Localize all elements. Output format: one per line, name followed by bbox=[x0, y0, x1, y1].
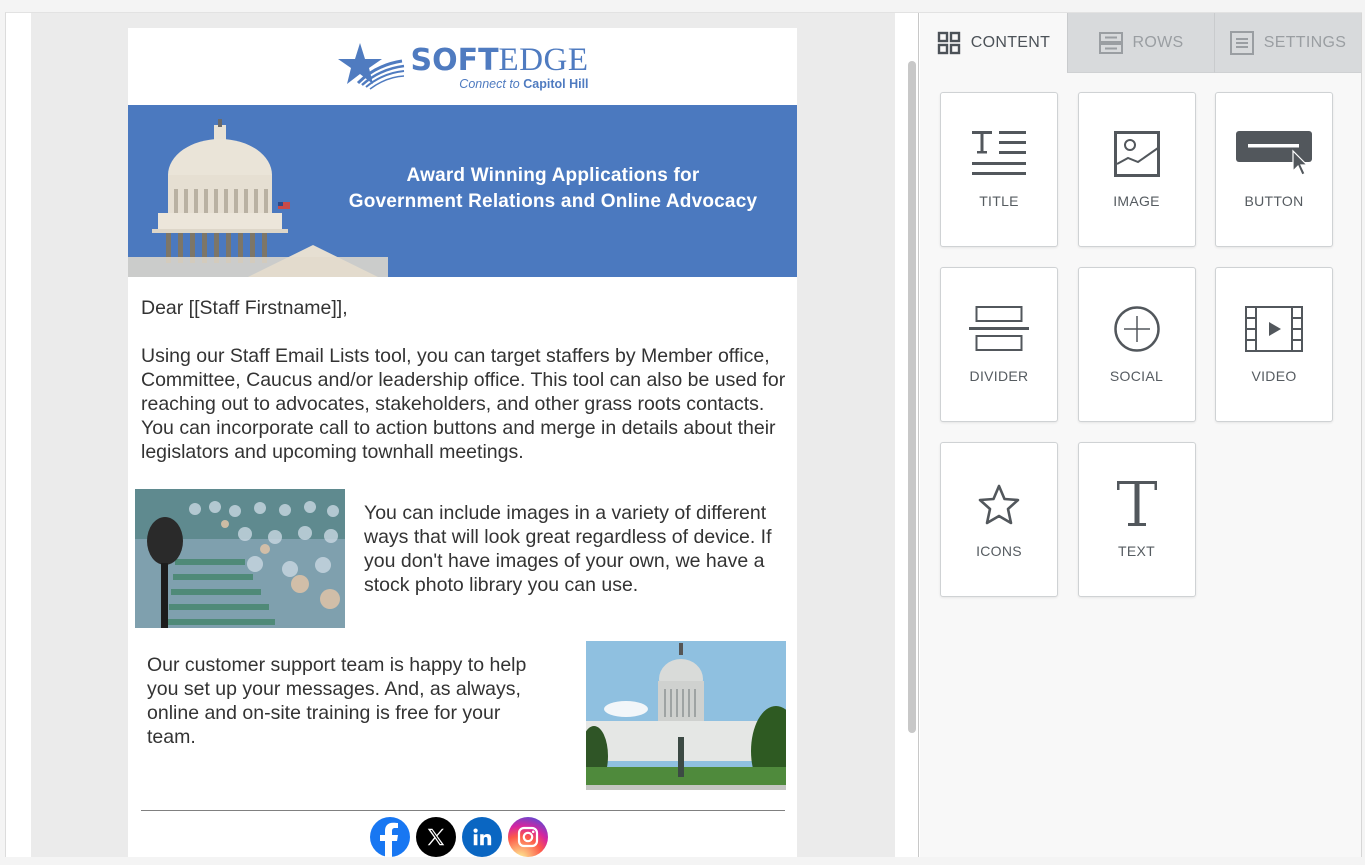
tab-settings[interactable]: SETTINGS bbox=[1214, 13, 1361, 73]
email-body: SOFTEDGE Connect to Capitol Hill Award W… bbox=[128, 28, 797, 857]
block-video-label: VIDEO bbox=[1251, 368, 1297, 384]
logo-block[interactable]: SOFTEDGE Connect to Capitol Hill bbox=[128, 28, 797, 105]
star-logo-icon bbox=[338, 42, 405, 90]
social-icons bbox=[370, 817, 548, 857]
image-icon bbox=[1113, 131, 1160, 177]
block-social-label: SOCIAL bbox=[1109, 368, 1164, 384]
builder-sidebar: CONTENT ROWS SETTINGS TITLE IMAGE BUTTON… bbox=[920, 13, 1362, 857]
capitol-building-image[interactable] bbox=[586, 641, 786, 790]
block-social[interactable]: SOCIAL bbox=[1077, 267, 1196, 422]
brand-name: SOFTEDGE bbox=[410, 42, 589, 78]
block-button[interactable]: BUTTON bbox=[1215, 92, 1333, 247]
tab-content[interactable]: CONTENT bbox=[920, 13, 1067, 73]
intro-paragraph[interactable]: Using our Staff Email Lists tool, you ca… bbox=[141, 344, 791, 464]
support-paragraph[interactable]: Our customer support team is happy to he… bbox=[147, 653, 547, 749]
divider-icon bbox=[969, 306, 1029, 351]
rows-icon bbox=[1098, 31, 1123, 54]
block-icons[interactable]: ICONS bbox=[940, 442, 1058, 597]
block-image[interactable]: IMAGE bbox=[1077, 92, 1196, 247]
block-title-label: TITLE bbox=[979, 193, 1019, 209]
button-icon bbox=[1236, 131, 1312, 176]
text-icon bbox=[1116, 481, 1157, 526]
block-divider-label: DIVIDER bbox=[969, 368, 1029, 384]
footer-divider bbox=[141, 810, 785, 811]
social-icon bbox=[1113, 306, 1160, 352]
block-video[interactable]: VIDEO bbox=[1215, 267, 1333, 422]
email-canvas: SOFTEDGE Connect to Capitol Hill Award W… bbox=[31, 13, 895, 857]
content-blocks-grid: TITLE IMAGE BUTTON DIVIDER SOCIAL VIDEO … bbox=[940, 92, 1333, 597]
x-twitter-icon[interactable] bbox=[416, 817, 456, 857]
tab-rows[interactable]: ROWS bbox=[1067, 13, 1214, 73]
block-text[interactable]: TEXT bbox=[1077, 442, 1196, 597]
linkedin-icon[interactable] bbox=[462, 817, 502, 857]
block-image-label: IMAGE bbox=[1113, 193, 1160, 209]
greeting-text[interactable]: Dear [[Staff Firstname]], bbox=[141, 296, 348, 320]
instagram-icon[interactable] bbox=[508, 817, 548, 857]
block-button-label: BUTTON bbox=[1244, 193, 1304, 209]
title-icon bbox=[972, 131, 1026, 175]
audience-microphone-image[interactable] bbox=[135, 489, 345, 628]
facebook-icon[interactable] bbox=[370, 817, 410, 857]
tab-settings-label: SETTINGS bbox=[1263, 33, 1347, 51]
grid-icon bbox=[937, 31, 960, 55]
brand-tagline: Connect to Capitol Hill bbox=[459, 77, 589, 91]
settings-icon bbox=[1229, 30, 1254, 55]
tab-rows-label: ROWS bbox=[1132, 33, 1184, 51]
tab-content-label: CONTENT bbox=[970, 34, 1051, 51]
canvas-scrollbar[interactable] bbox=[895, 13, 919, 857]
block-icons-label: ICONS bbox=[976, 543, 1022, 559]
star-icon bbox=[978, 484, 1020, 525]
video-icon bbox=[1245, 306, 1303, 352]
hero-banner[interactable]: Award Winning Applications for Governmen… bbox=[128, 105, 797, 277]
block-divider[interactable]: DIVIDER bbox=[940, 267, 1058, 422]
block-title[interactable]: TITLE bbox=[940, 92, 1058, 247]
block-text-label: TEXT bbox=[1118, 543, 1155, 559]
images-paragraph[interactable]: You can include images in a variety of d… bbox=[364, 501, 789, 597]
banner-headline: Award Winning Applications for Governmen… bbox=[348, 165, 758, 212]
scrollbar-thumb[interactable] bbox=[908, 61, 916, 733]
sidebar-tabs: CONTENT ROWS SETTINGS bbox=[920, 13, 1361, 73]
